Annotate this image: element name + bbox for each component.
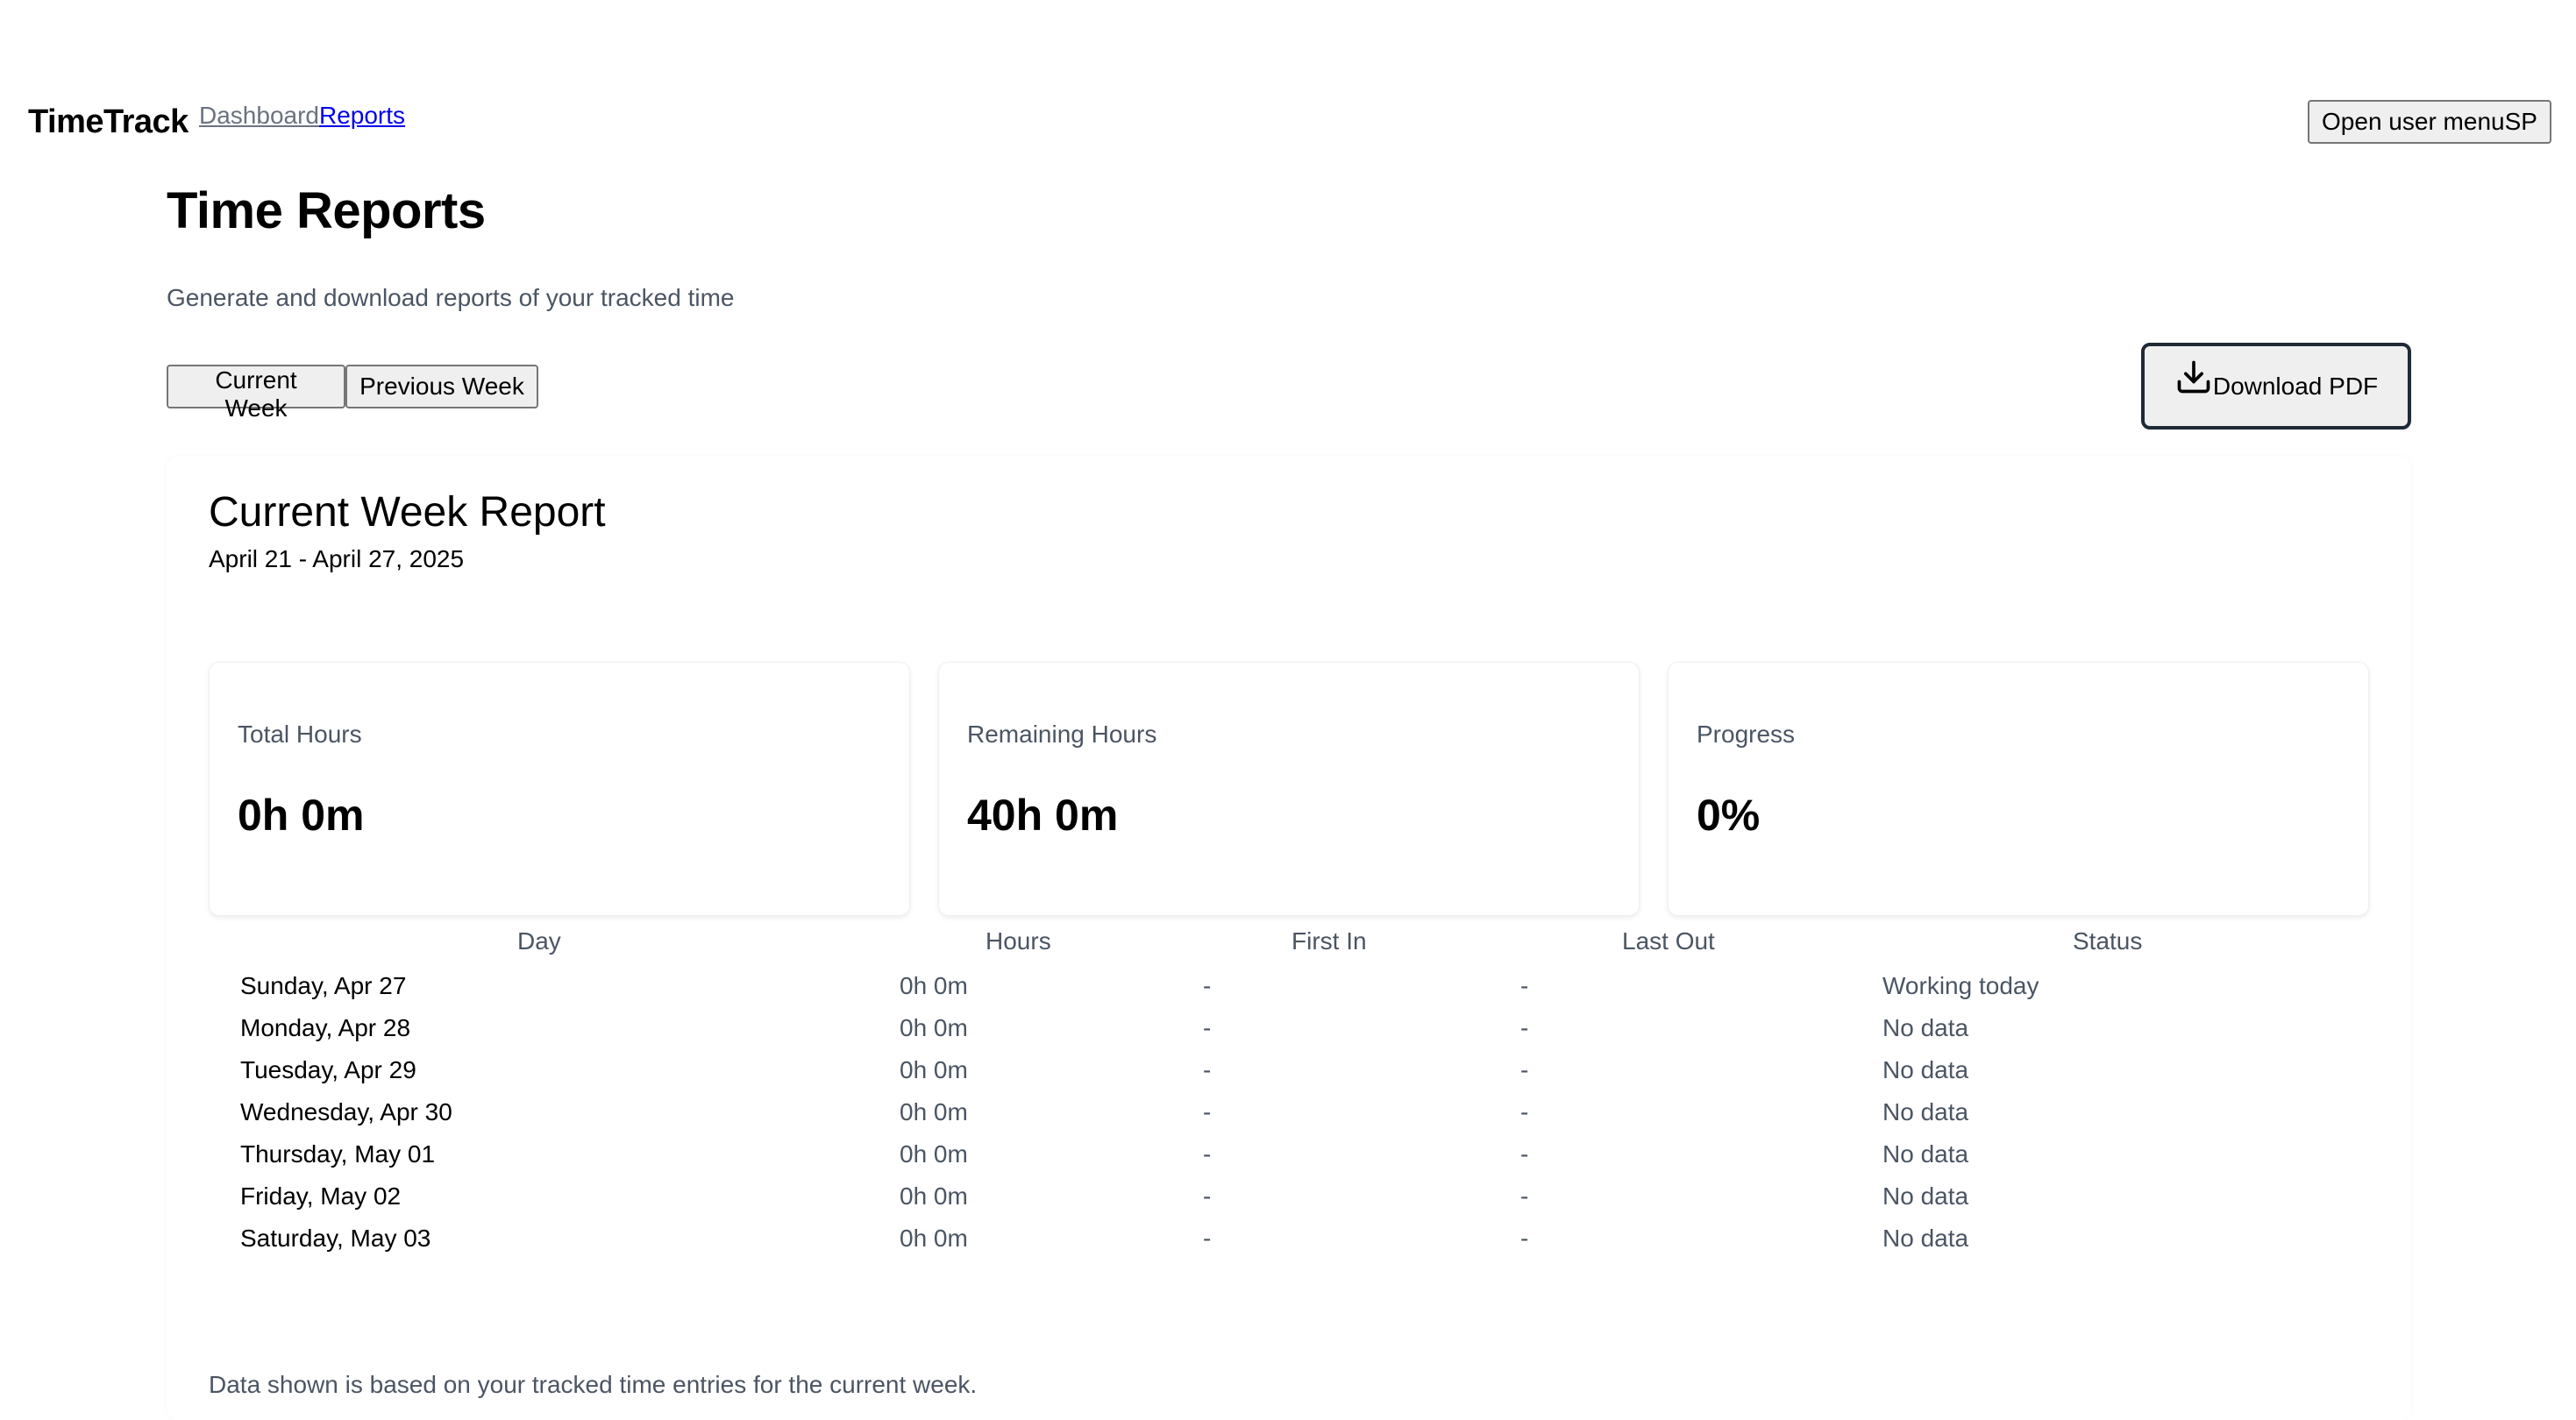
stat-label: Progress [1697,721,1796,748]
download-pdf-label: Download PDF [2212,372,2379,400]
row-hours: 0h 0m [900,972,968,999]
row-first-in: - [1203,1056,1212,1083]
row-status: No data [1882,1182,1969,1210]
row-first-in: - [1203,1098,1212,1125]
row-day: Friday, May 02 [240,1182,402,1210]
row-status: No data [1882,1014,1969,1041]
main-nav: Dashboard Reports [199,100,405,131]
row-hours: 0h 0m [900,1140,968,1168]
row-day: Tuesday, Apr 29 [240,1056,416,1083]
row-day: Thursday, May 01 [240,1140,436,1168]
row-last-out: - [1520,1140,1529,1168]
week-selector: Current Week Previous Week [167,365,538,422]
row-last-out: - [1520,1098,1529,1125]
report-title: Current Week Report [209,489,606,536]
row-hours: 0h 0m [900,1014,968,1041]
user-menu-button[interactable]: Open user menuSP [2308,100,2551,144]
page-title: Time Reports [167,182,486,239]
row-first-in: - [1203,1225,1212,1252]
stat-card-progress: Progress 0% [1668,662,2369,916]
row-hours: 0h 0m [900,1056,968,1083]
stat-value: 0% [1697,791,1761,840]
stat-card-remaining-hours: Remaining Hours 40h 0m [938,662,1640,916]
row-last-out: - [1520,1225,1529,1252]
row-status: No data [1882,1056,1969,1083]
user-menu-label: Open user menu [2322,108,2505,135]
row-status: No data [1882,1140,1969,1168]
row-hours: 0h 0m [900,1182,968,1210]
row-last-out: - [1520,1014,1529,1041]
row-last-out: - [1520,1182,1529,1210]
nav-link-dashboard[interactable]: Dashboard [199,100,319,131]
previous-week-button[interactable]: Previous Week [345,365,538,408]
row-day: Saturday, May 03 [240,1225,431,1252]
column-header-hours: Hours [986,927,1051,955]
stat-value: 0h 0m [238,791,365,840]
column-header-status: Status [2073,927,2143,955]
row-last-out: - [1520,1056,1529,1083]
column-header-day: Day [517,927,561,955]
row-first-in: - [1203,972,1212,999]
page-subtitle: Generate and download reports of your tr… [167,284,735,311]
row-day: Monday, Apr 28 [240,1014,411,1041]
brand-logo[interactable]: TimeTrack [28,102,189,142]
column-header-last-out: Last Out [1622,927,1715,955]
row-day: Wednesday, Apr 30 [240,1098,452,1125]
row-hours: 0h 0m [900,1225,968,1252]
stat-label: Remaining Hours [967,721,1157,748]
download-pdf-button[interactable]: Download PDF [2141,343,2411,430]
row-status: No data [1882,1098,1969,1125]
report-date-range: April 21 - April 27, 2025 [209,545,465,572]
user-initials: SP [2504,108,2537,135]
row-day: Sunday, Apr 27 [240,972,407,999]
row-status: No data [1882,1225,1969,1252]
report-footnote: Data shown is based on your tracked time… [209,1371,978,1398]
stat-label: Total Hours [238,721,362,748]
column-header-first-in: First In [1292,927,1367,955]
row-last-out: - [1520,972,1529,999]
stat-value: 40h 0m [967,791,1119,840]
nav-link-reports[interactable]: Reports [319,100,405,131]
row-status: Working today [1882,972,2039,999]
row-first-in: - [1203,1182,1212,1210]
stat-card-total-hours: Total Hours 0h 0m [209,662,910,916]
row-hours: 0h 0m [900,1098,968,1125]
row-first-in: - [1203,1140,1212,1168]
row-first-in: - [1203,1014,1212,1041]
download-icon [2174,360,2213,402]
current-week-button[interactable]: Current Week [167,365,345,422]
